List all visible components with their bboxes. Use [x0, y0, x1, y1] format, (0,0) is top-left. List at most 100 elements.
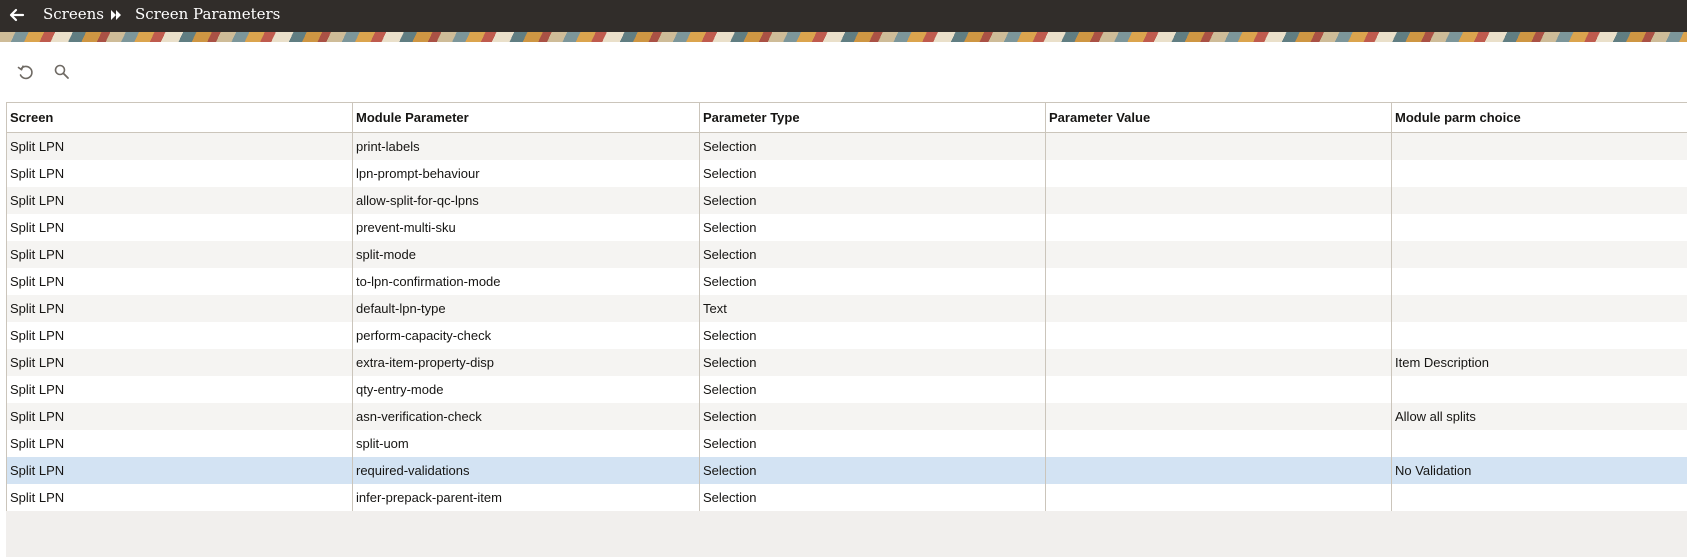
- cell-screen: Split LPN: [6, 322, 353, 349]
- cell-parameter-type: Selection: [699, 268, 1046, 295]
- cell-screen: Split LPN: [6, 295, 353, 322]
- back-arrow-icon[interactable]: [8, 6, 26, 24]
- cell-parameter-value: [1045, 241, 1392, 268]
- cell-module-parm-choice: [1391, 268, 1687, 295]
- top-bar: Screens Screen Parameters: [0, 0, 1687, 32]
- table-row[interactable]: Split LPN split-mode Selection: [6, 241, 1687, 268]
- cell-screen: Split LPN: [6, 430, 353, 457]
- page-title: Screen Parameters: [135, 5, 281, 23]
- screen-parameters-table: Screen Module Parameter Parameter Type P…: [6, 102, 1687, 511]
- cell-screen: Split LPN: [6, 403, 353, 430]
- column-header-parameter-type[interactable]: Parameter Type: [699, 102, 1046, 133]
- cell-parameter-type: Selection: [699, 430, 1046, 457]
- cell-parameter-value: [1045, 187, 1392, 214]
- cell-parameter-type: Selection: [699, 241, 1046, 268]
- cell-module-parameter: split-mode: [352, 241, 700, 268]
- cell-module-parm-choice: Item Description: [1391, 349, 1687, 376]
- decorative-banner: [0, 32, 1687, 42]
- cell-module-parameter: asn-verification-check: [352, 403, 700, 430]
- cell-module-parameter: qty-entry-mode: [352, 376, 700, 403]
- cell-parameter-value: [1045, 484, 1392, 511]
- cell-screen: Split LPN: [6, 132, 353, 160]
- cell-module-parm-choice: [1391, 160, 1687, 187]
- cell-module-parm-choice: [1391, 187, 1687, 214]
- cell-parameter-value: [1045, 457, 1392, 484]
- cell-module-parameter: print-labels: [352, 132, 700, 160]
- cell-parameter-type: Selection: [699, 403, 1046, 430]
- cell-module-parm-choice: [1391, 295, 1687, 322]
- cell-module-parameter: lpn-prompt-behaviour: [352, 160, 700, 187]
- table-header-row: Screen Module Parameter Parameter Type P…: [6, 102, 1687, 133]
- cell-parameter-value: [1045, 268, 1392, 295]
- cell-module-parm-choice: [1391, 376, 1687, 403]
- cell-parameter-type: Selection: [699, 376, 1046, 403]
- table-row[interactable]: Split LPN infer-prepack-parent-item Select…: [6, 484, 1687, 511]
- cell-screen: Split LPN: [6, 241, 353, 268]
- cell-parameter-value: [1045, 403, 1392, 430]
- table-row[interactable]: Split LPN print-labels Selection: [6, 132, 1687, 160]
- cell-parameter-value: [1045, 214, 1392, 241]
- cell-module-parm-choice: Allow all splits: [1391, 403, 1687, 430]
- cell-module-parm-choice: [1391, 430, 1687, 457]
- column-header-module-parm-choice[interactable]: Module parm choice: [1391, 102, 1687, 133]
- cell-module-parameter: to-lpn-confirmation-mode: [352, 268, 700, 295]
- cell-parameter-type: Text: [699, 295, 1046, 322]
- cell-module-parameter: extra-item-property-disp: [352, 349, 700, 376]
- cell-module-parm-choice: [1391, 132, 1687, 160]
- cell-module-parm-choice: [1391, 214, 1687, 241]
- refresh-icon[interactable]: [16, 63, 36, 83]
- cell-module-parameter: split-uom: [352, 430, 700, 457]
- cell-screen: Split LPN: [6, 160, 353, 187]
- cell-module-parameter: default-lpn-type: [352, 295, 700, 322]
- cell-module-parameter: perform-capacity-check: [352, 322, 700, 349]
- cell-screen: Split LPN: [6, 214, 353, 241]
- cell-module-parm-choice: [1391, 241, 1687, 268]
- breadcrumb-screens[interactable]: Screens: [43, 5, 104, 23]
- table-row[interactable]: Split LPN extra-item-property-disp Selecti…: [6, 349, 1687, 376]
- table-row[interactable]: Split LPN asn-verification-check Selection…: [6, 403, 1687, 430]
- table-row[interactable]: Split LPN prevent-multi-sku Selection: [6, 214, 1687, 241]
- search-icon[interactable]: [53, 63, 73, 83]
- table-row[interactable]: Split LPN default-lpn-type Text: [6, 295, 1687, 322]
- cell-parameter-value: [1045, 349, 1392, 376]
- cell-screen: Split LPN: [6, 457, 353, 484]
- cell-parameter-value: [1045, 160, 1392, 187]
- cell-screen: Split LPN: [6, 376, 353, 403]
- column-header-screen[interactable]: Screen: [6, 102, 353, 133]
- table-row[interactable]: Split LPN required-validations Selection No…: [6, 457, 1687, 484]
- table-row[interactable]: Split LPN lpn-prompt-behaviour Selection: [6, 160, 1687, 187]
- cell-parameter-type: Selection: [699, 322, 1046, 349]
- cell-module-parm-choice: No Validation: [1391, 457, 1687, 484]
- breadcrumb-separator-icon: [109, 8, 123, 22]
- cell-parameter-value: [1045, 132, 1392, 160]
- column-header-parameter-value[interactable]: Parameter Value: [1045, 102, 1392, 133]
- table-row[interactable]: Split LPN to-lpn-confirmation-mode Selecti…: [6, 268, 1687, 295]
- column-header-module-parameter[interactable]: Module Parameter: [352, 102, 700, 133]
- cell-module-parm-choice: [1391, 484, 1687, 511]
- cell-module-parameter: required-validations: [352, 457, 700, 484]
- cell-parameter-type: Selection: [699, 349, 1046, 376]
- cell-parameter-type: Selection: [699, 187, 1046, 214]
- cell-screen: Split LPN: [6, 484, 353, 511]
- table-row[interactable]: Split LPN qty-entry-mode Selection: [6, 376, 1687, 403]
- cell-screen: Split LPN: [6, 349, 353, 376]
- grid-container: Screen Module Parameter Parameter Type P…: [6, 102, 1687, 557]
- table-row[interactable]: Split LPN perform-capacity-check Selection: [6, 322, 1687, 349]
- cell-parameter-type: Selection: [699, 484, 1046, 511]
- table-row[interactable]: Split LPN allow-split-for-qc-lpns Selectio…: [6, 187, 1687, 214]
- cell-module-parameter: allow-split-for-qc-lpns: [352, 187, 700, 214]
- cell-parameter-value: [1045, 322, 1392, 349]
- cell-parameter-type: Selection: [699, 132, 1046, 160]
- cell-parameter-type: Selection: [699, 214, 1046, 241]
- cell-screen: Split LPN: [6, 268, 353, 295]
- cell-parameter-value: [1045, 376, 1392, 403]
- cell-parameter-value: [1045, 430, 1392, 457]
- toolbar: [0, 42, 1687, 102]
- cell-parameter-value: [1045, 295, 1392, 322]
- cell-module-parameter: prevent-multi-sku: [352, 214, 700, 241]
- cell-module-parameter: infer-prepack-parent-item: [352, 484, 700, 511]
- cell-parameter-type: Selection: [699, 457, 1046, 484]
- table-row[interactable]: Split LPN split-uom Selection: [6, 430, 1687, 457]
- cell-module-parm-choice: [1391, 322, 1687, 349]
- cell-screen: Split LPN: [6, 187, 353, 214]
